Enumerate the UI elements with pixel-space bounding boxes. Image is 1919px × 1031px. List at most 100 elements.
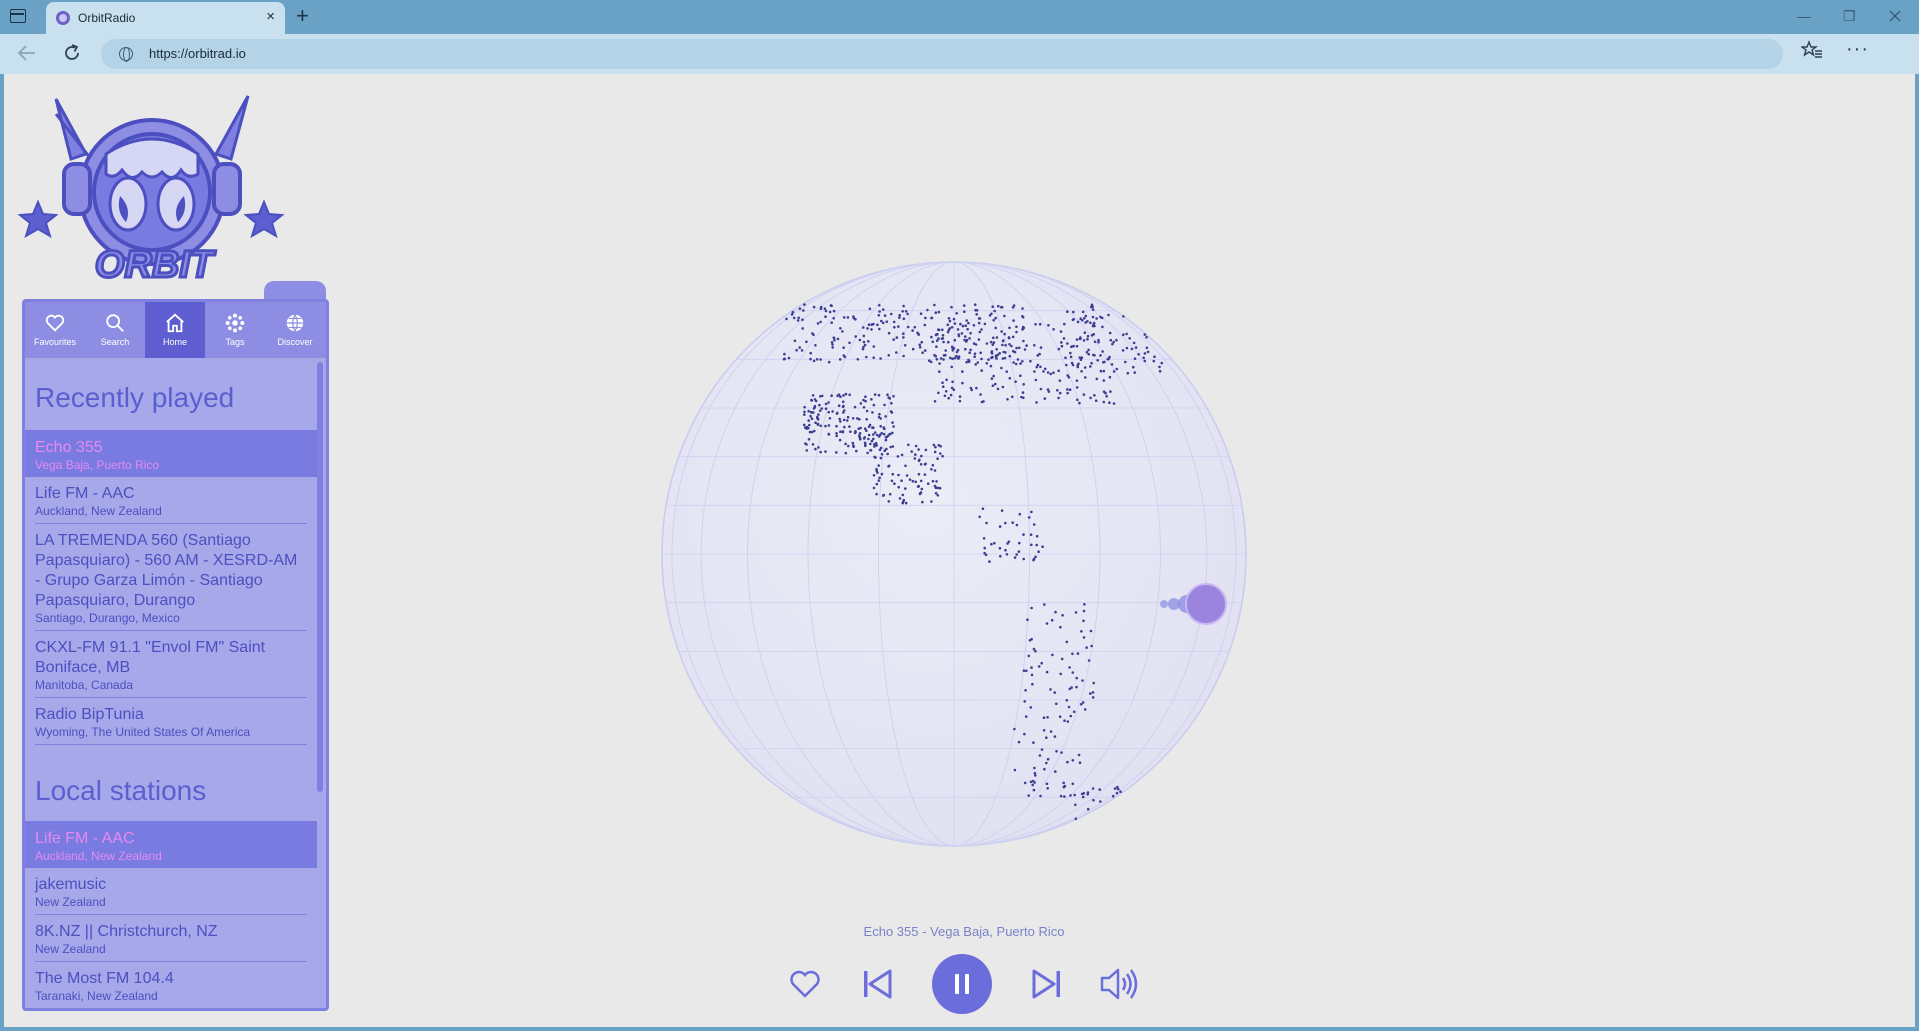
station-dot (1037, 665, 1041, 668)
station-dot (916, 485, 920, 488)
station-dot (827, 360, 831, 364)
station-dot (890, 479, 894, 483)
station-dot (1015, 523, 1019, 527)
station-dot (1085, 646, 1088, 649)
station-dot (1008, 376, 1012, 380)
station-dot (848, 341, 851, 345)
station-dot (930, 335, 933, 339)
station-dot (1137, 353, 1140, 356)
nav-favourites[interactable]: Favourites (25, 302, 85, 358)
station-dot (863, 441, 867, 445)
previous-icon[interactable] (861, 968, 893, 1000)
restore-icon[interactable]: ❐ (1843, 8, 1856, 25)
station-dot (1033, 344, 1036, 347)
station-dot (1075, 685, 1078, 689)
tab-close-icon[interactable]: × (266, 9, 275, 25)
orbit-logo[interactable]: ORBIT (16, 84, 288, 284)
station-dot (1000, 305, 1003, 309)
tab-actions-icon[interactable] (10, 9, 26, 23)
list-item[interactable]: Radio BipTunia Wyoming, The United State… (35, 698, 307, 745)
next-icon[interactable] (1031, 968, 1063, 1000)
list-item[interactable]: CKXL-FM 91.1 "Envol FM" Saint Boniface, … (35, 631, 307, 698)
station-dot (964, 347, 967, 351)
volume-icon[interactable] (1099, 966, 1139, 1002)
list-item[interactable]: jakemusic New Zealand (35, 868, 307, 915)
station-dot (893, 482, 896, 485)
station-dot (1053, 735, 1057, 738)
station-dot (939, 452, 942, 455)
station-dot (935, 345, 938, 348)
station-dot (1075, 676, 1078, 680)
station-dot (832, 336, 836, 339)
station-dot (801, 327, 804, 330)
station-dot (1029, 533, 1033, 536)
station-dot (872, 403, 876, 407)
address-bar[interactable]: https://orbitrad.io (101, 39, 1783, 69)
sidebar-scrollbar[interactable] (317, 362, 323, 792)
station-dot (1049, 730, 1053, 733)
station-dot (1093, 340, 1097, 344)
station-dot (918, 346, 922, 349)
station-dot (1059, 672, 1062, 676)
station-dot (1091, 691, 1095, 694)
browser-tab[interactable]: OrbitRadio × (46, 2, 285, 34)
station-dot (886, 452, 889, 456)
list-item[interactable]: Life FM - AAC Auckland, New Zealand (25, 821, 317, 868)
site-info-icon[interactable] (119, 47, 133, 62)
station-dot (1146, 350, 1150, 354)
station-dot (878, 412, 881, 416)
station-list[interactable]: Recently played Echo 355 Vega Baja, Puer… (25, 358, 317, 1008)
station-dot (905, 474, 909, 477)
station-dot (882, 493, 886, 497)
station-name: CKXL-FM 91.1 "Envol FM" Saint Boniface, … (35, 639, 266, 676)
station-dot (920, 454, 923, 458)
station-dot (1091, 696, 1095, 699)
station-dot (1070, 345, 1073, 348)
minimize-icon[interactable]: — (1797, 8, 1811, 24)
station-dot (1054, 610, 1057, 614)
station-dot (824, 424, 827, 428)
station-dot (819, 305, 823, 309)
close-window-icon[interactable] (1889, 10, 1901, 22)
nav-discover[interactable]: Discover (265, 302, 325, 358)
reload-icon[interactable] (62, 43, 82, 63)
favourite-heart-icon[interactable] (788, 968, 822, 1000)
station-dot (1049, 372, 1053, 376)
station-dot (1052, 328, 1055, 331)
station-dot (950, 305, 953, 309)
station-dot (1112, 340, 1115, 344)
station-dot (907, 443, 910, 447)
station-dot (1083, 366, 1087, 369)
favorites-star-icon[interactable] (1801, 40, 1823, 60)
station-dot (1036, 363, 1040, 367)
station-dot (1059, 330, 1063, 333)
nav-tags[interactable]: Tags (205, 302, 265, 358)
list-item[interactable]: Echo 355 Vega Baja, Puerto Rico (25, 430, 317, 477)
station-dot (1090, 334, 1094, 337)
station-dot (898, 497, 902, 500)
list-item[interactable]: Life FM - AAC Auckland, New Zealand (35, 477, 307, 524)
station-dot (835, 434, 838, 438)
nav-search[interactable]: Search (85, 302, 145, 358)
station-globe[interactable] (644, 244, 1264, 864)
list-item[interactable]: LA TREMENDA 560 (Santiago Papasquiaro) -… (35, 524, 307, 631)
station-dot (1059, 794, 1063, 798)
station-dot (793, 339, 797, 343)
url-text[interactable]: https://orbitrad.io (149, 46, 246, 61)
pause-button[interactable] (932, 954, 992, 1014)
new-tab-icon[interactable]: + (296, 4, 309, 28)
station-dot (1018, 512, 1022, 516)
station-dot (1113, 787, 1117, 790)
station-dot (1003, 314, 1006, 318)
station-dot (1099, 800, 1102, 803)
station-dot (1034, 323, 1037, 326)
station-dot (862, 406, 866, 409)
back-icon[interactable] (17, 44, 37, 62)
nav-home[interactable]: Home (145, 302, 205, 358)
station-dot (1125, 332, 1128, 336)
more-options-icon[interactable]: ··· (1846, 38, 1869, 61)
station-dot (808, 430, 812, 434)
station-dot (1007, 336, 1011, 340)
station-dot (913, 325, 917, 329)
station-dot (1074, 803, 1077, 807)
